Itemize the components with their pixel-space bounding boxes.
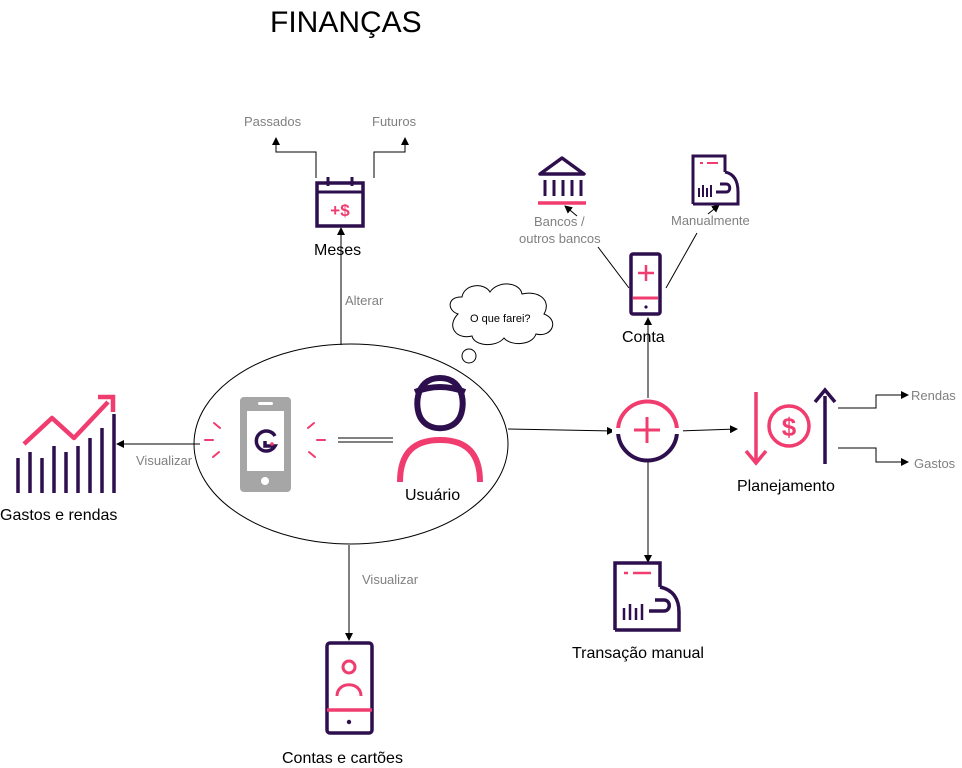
edge-label-passados: Passados xyxy=(244,114,302,129)
mobile-plus-icon xyxy=(629,252,662,316)
finance-diagram: FINANÇAS Passados Futuros Alterar Visual… xyxy=(0,6,956,767)
edge-plus-planejamento xyxy=(677,425,738,434)
transacao-manual-label: Transação manual xyxy=(572,645,704,662)
app-phone-icon xyxy=(204,397,326,492)
edge-meses-passados xyxy=(272,137,317,178)
calendar-dollar-icon: +$ xyxy=(315,177,365,228)
edge-label-futuros: Futuros xyxy=(372,114,417,129)
thought-text: O que farei? xyxy=(470,313,531,325)
conta-label: Conta xyxy=(622,329,665,346)
phone-user-link xyxy=(338,437,393,443)
edge-label-bancos-2: outros bancos xyxy=(519,231,601,246)
connectors xyxy=(116,137,909,641)
svg-text:+$: +$ xyxy=(330,201,350,220)
edge-label-rendas: Rendas xyxy=(911,388,956,403)
diagram-title: FINANÇAS xyxy=(270,6,422,39)
edge-label-visualizar-left: Visualizar xyxy=(136,453,193,468)
user-icon xyxy=(397,374,483,483)
edge-conta-manual xyxy=(665,232,698,289)
edge-label-manualmente: Manualmente xyxy=(671,213,750,228)
receipt-hand-icon xyxy=(691,154,740,206)
edge-label-bancos-1: Bancos / xyxy=(534,214,585,229)
svg-text:$: $ xyxy=(782,412,797,442)
plus-circle-icon xyxy=(612,399,683,463)
edge-label-gastos: Gastos xyxy=(914,456,956,471)
edge-meses-futuros xyxy=(373,137,409,178)
bank-icon xyxy=(538,156,586,205)
dollar-updown-icon: $ xyxy=(744,387,837,466)
gastos-rendas-label: Gastos e rendas xyxy=(0,507,117,524)
planejamento-label: Planejamento xyxy=(737,478,835,495)
contas-cartoes-label: Contas e cartões xyxy=(282,750,403,767)
rising-bars-icon xyxy=(16,394,116,493)
edge-rendas xyxy=(838,391,909,409)
usuario-label: Usuário xyxy=(405,487,460,504)
edge-usuario-plus xyxy=(507,426,615,435)
meses-label: Meses xyxy=(314,242,361,259)
edge-label-alterar: Alterar xyxy=(345,293,384,308)
mobile-profile-icon xyxy=(325,641,374,735)
receipt-hand-icon-large xyxy=(613,561,681,632)
edge-conta-bancos xyxy=(597,246,630,289)
edge-label-visualizar-down: Visualizar xyxy=(362,572,419,587)
edge-gastos xyxy=(838,447,909,466)
